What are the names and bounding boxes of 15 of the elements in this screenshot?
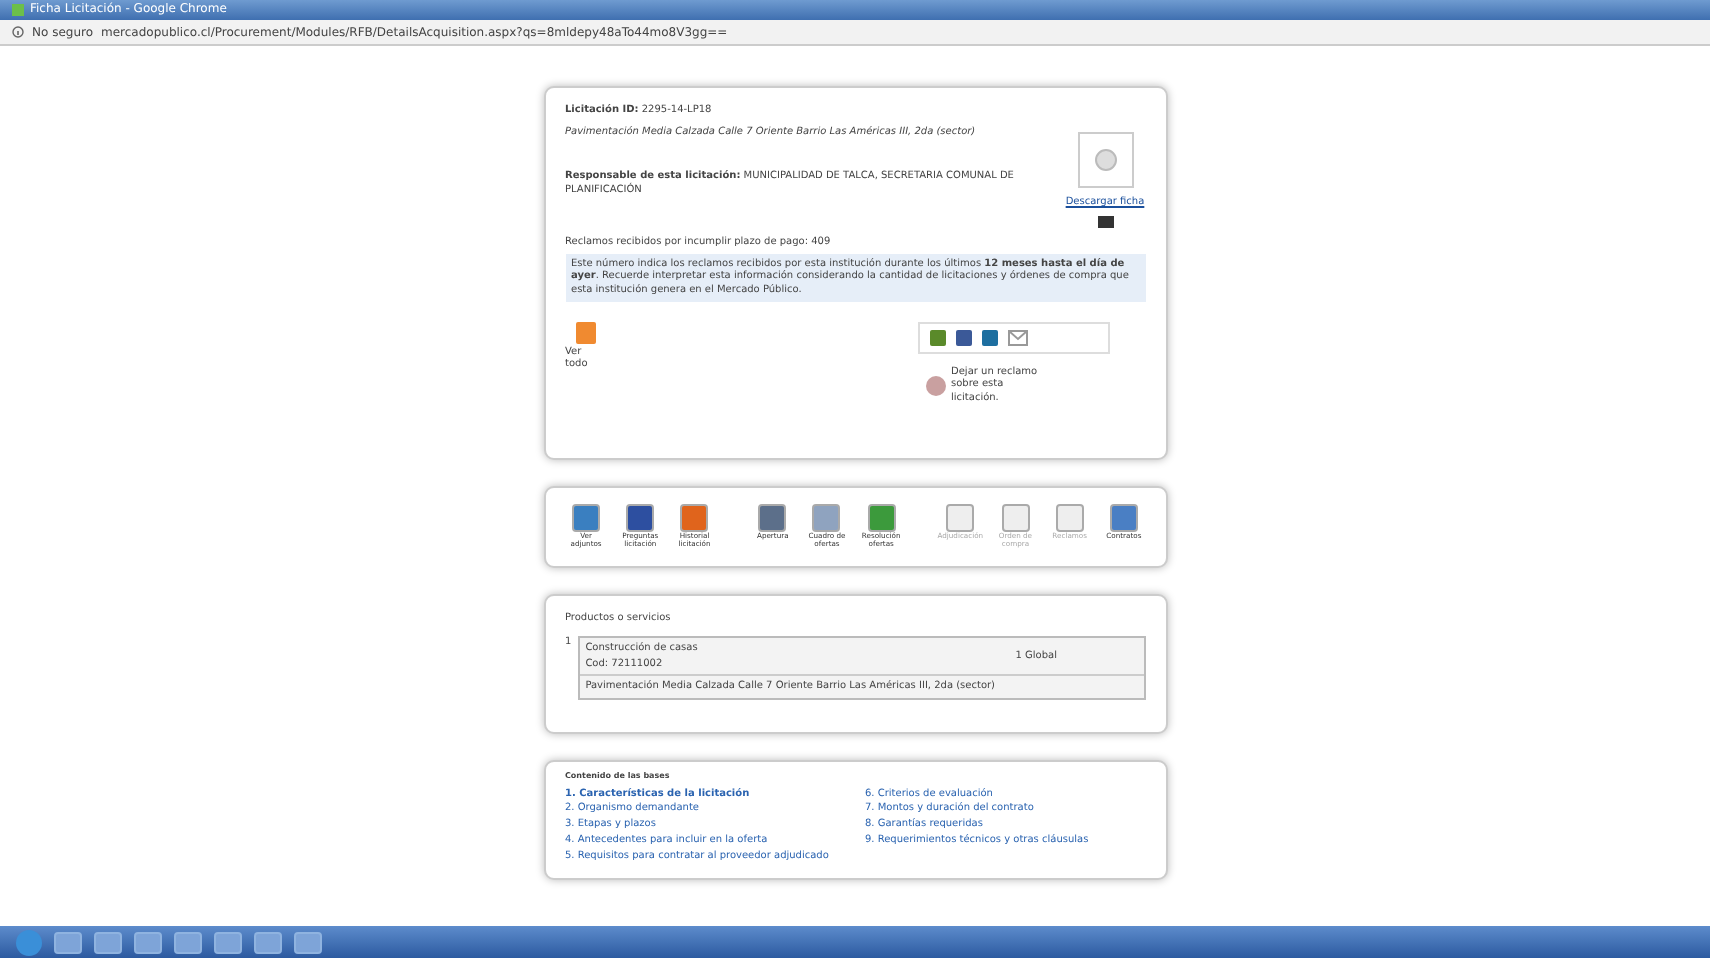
taskbar-app[interactable] [134,931,162,953]
seal-icon [1093,148,1117,172]
start-icon[interactable] [16,929,42,955]
info-icon[interactable] [12,26,24,38]
mail-icon[interactable] [1007,329,1027,346]
taskbar-app[interactable] [174,931,202,953]
complaint-icon[interactable] [925,375,945,395]
browser-icon [12,4,24,16]
taskbar-app[interactable] [54,931,82,953]
taskbar-app[interactable] [94,931,122,953]
facebook-icon[interactable] [955,329,971,346]
taskbar-app[interactable] [254,931,282,953]
lock-icon[interactable] [575,321,595,344]
taskbar-app[interactable] [214,931,242,953]
taskbar-app[interactable] [294,931,322,953]
